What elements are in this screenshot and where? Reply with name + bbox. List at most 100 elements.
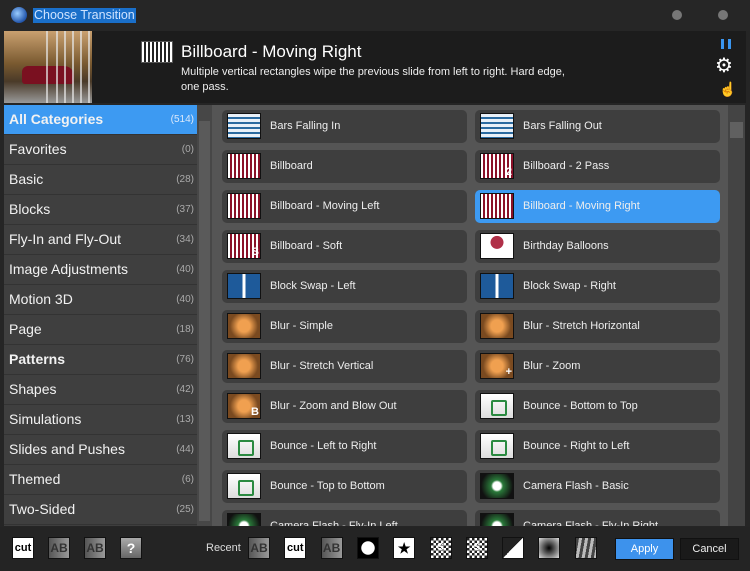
category-label: Shapes [9, 381, 57, 397]
transition-item[interactable]: Bounce - Top to Bottom [222, 470, 467, 503]
transition-item[interactable]: Bars Falling In [222, 110, 467, 143]
category-item[interactable]: All Categories (514) [4, 105, 197, 135]
transition-item[interactable]: Blur - Stretch Vertical [222, 350, 467, 383]
transition-item[interactable]: Billboard - Moving Right [475, 190, 720, 223]
category-scrollbar[interactable] [197, 105, 212, 526]
star-transition-icon[interactable]: ★ [393, 537, 416, 559]
transition-item[interactable]: Billboard [222, 150, 467, 183]
category-item[interactable]: Image Adjustments (40) [4, 255, 197, 285]
transition-block-icon [227, 273, 261, 299]
minimize-button[interactable] [672, 10, 682, 20]
apply-button[interactable]: Apply [615, 538, 674, 560]
category-count: (76) [176, 354, 194, 365]
transition-item[interactable]: Blur - Stretch Horizontal [475, 310, 720, 343]
transition-item[interactable]: 2 Billboard - 2 Pass [475, 150, 720, 183]
category-item[interactable]: Two-Sided (25) [4, 495, 197, 525]
ab-transition-icon[interactable]: AB [48, 537, 70, 559]
ab-transition-icon[interactable]: AB [320, 537, 343, 559]
category-count: (13) [176, 414, 194, 425]
category-item[interactable]: Simulations (13) [4, 405, 197, 435]
category-count: (44) [176, 444, 194, 455]
icon-badge: B [251, 406, 259, 418]
pause-icon[interactable] [721, 39, 731, 49]
category-item[interactable]: Blocks (37) [4, 195, 197, 225]
transition-label: Billboard - Soft [270, 240, 343, 252]
close-button[interactable] [718, 10, 728, 20]
category-count: (34) [176, 234, 194, 245]
transition-label: Bounce - Left to Right [270, 440, 377, 452]
billboard-icon [141, 41, 173, 63]
transition-item[interactable]: Block Swap - Right [475, 270, 720, 303]
category-item[interactable]: Page (18) [4, 315, 197, 345]
transition-item[interactable]: S Billboard - Soft [222, 230, 467, 263]
category-item[interactable]: Favorites (0) [4, 135, 197, 165]
preview-image [4, 31, 92, 103]
transition-item[interactable]: B Blur - Zoom and Blow Out [222, 390, 467, 423]
ab-transition-icon[interactable]: AB [248, 537, 270, 559]
cut-transition-icon[interactable]: cut [284, 537, 307, 559]
ab-transition-icon[interactable]: AB [84, 537, 106, 559]
window-title: Choose Transition [33, 8, 136, 23]
transition-label: Blur - Stretch Horizontal [523, 320, 640, 332]
transition-balloon-icon [480, 233, 514, 259]
transition-label: Bounce - Right to Left [523, 440, 630, 452]
diag-transition-icon[interactable] [502, 537, 525, 559]
transition-label: Camera Flash - Fly-In Right [523, 520, 659, 526]
circle-transition-icon[interactable] [356, 537, 379, 559]
stripes-transition-icon[interactable] [574, 537, 597, 559]
transition-item[interactable]: Camera Flash - Basic [475, 470, 720, 503]
transition-scrollbar[interactable] [728, 105, 745, 526]
noise-transition-icon[interactable]: S [429, 537, 452, 559]
recent-label: Recent [206, 542, 241, 554]
category-label: Motion 3D [9, 291, 73, 307]
category-list: All Categories (514) Favorites (0) Basic (28)… [4, 105, 197, 526]
category-item[interactable]: Themed (6) [4, 465, 197, 495]
transition-item[interactable]: Bars Falling Out [475, 110, 720, 143]
transition-camera-icon [227, 513, 261, 526]
transition-bars-icon [227, 113, 261, 139]
transition-bounce-icon [480, 393, 514, 419]
transition-label: Blur - Zoom [523, 360, 581, 372]
transition-blur-icon [227, 353, 261, 379]
selected-transition-title: Billboard - Moving Right [181, 42, 362, 61]
transition-item[interactable]: Camera Flash - Fly-In Right [475, 510, 720, 526]
transition-item[interactable]: Block Swap - Left [222, 270, 467, 303]
icon-badge: S [251, 246, 259, 258]
category-label: Favorites [9, 141, 67, 157]
cancel-button[interactable]: Cancel [680, 538, 739, 560]
category-item[interactable]: Basic (28) [4, 165, 197, 195]
transition-item[interactable]: Blur - Simple [222, 310, 467, 343]
app-icon [11, 7, 27, 23]
transition-item[interactable]: Bounce - Left to Right [222, 430, 467, 463]
preview-panel: Billboard - Moving Right Multiple vertic… [4, 31, 746, 103]
transition-bill-icon: 2 [480, 153, 514, 179]
cut-transition-icon[interactable]: cut [12, 537, 34, 559]
transition-item[interactable]: Bounce - Bottom to Top [475, 390, 720, 423]
title-bar: Choose Transition [0, 0, 750, 31]
category-label: Blocks [9, 201, 51, 217]
noise-transition-icon[interactable]: S [465, 537, 488, 559]
transition-item[interactable]: Camera Flash - Fly-In Left [222, 510, 467, 526]
category-label: Basic [9, 171, 44, 187]
category-item[interactable]: Slides and Pushes (44) [4, 435, 197, 465]
category-item[interactable]: Patterns (76) [4, 345, 197, 375]
category-count: (40) [176, 264, 194, 275]
q-transition-icon[interactable]: ? [120, 537, 142, 559]
transition-label: Block Swap - Left [270, 280, 356, 292]
category-item[interactable]: Fly-In and Fly-Out (34) [4, 225, 197, 255]
transition-item[interactable]: + Blur - Zoom [475, 350, 720, 383]
category-item[interactable]: Shapes (42) [4, 375, 197, 405]
gear-icon[interactable]: ⚙ [715, 56, 733, 76]
transition-item[interactable]: Billboard - Moving Left [222, 190, 467, 223]
transition-item[interactable]: Bounce - Right to Left [475, 430, 720, 463]
icon-badge: + [505, 366, 512, 378]
category-item[interactable]: Motion 3D (40) [4, 285, 197, 315]
category-label: Simulations [9, 411, 82, 427]
transition-item[interactable]: Birthday Balloons [475, 230, 720, 263]
icon-badge: 2 [505, 166, 512, 178]
category-count: (25) [176, 504, 194, 515]
category-count: (0) [181, 144, 194, 155]
transition-bill-icon [480, 193, 514, 219]
radial-transition-icon[interactable] [538, 537, 561, 559]
transition-blur-icon: + [480, 353, 514, 379]
